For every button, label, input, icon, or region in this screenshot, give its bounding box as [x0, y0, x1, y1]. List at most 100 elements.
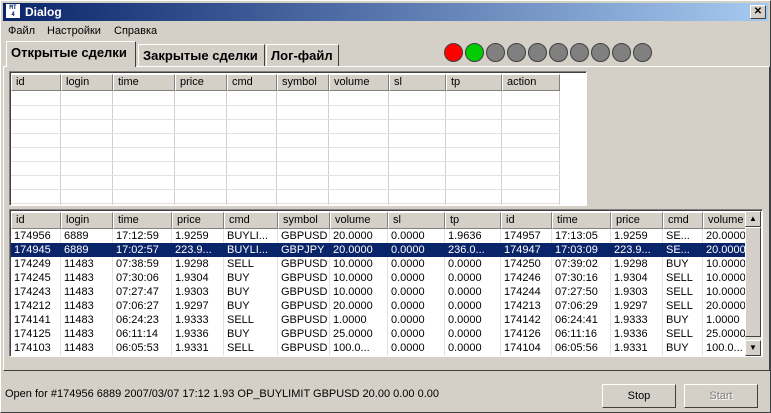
table-cell: 1.9303: [614, 286, 648, 298]
table-cell: GBPUSD: [281, 230, 328, 242]
menu-file[interactable]: Файл: [8, 25, 35, 37]
title-bar[interactable]: MT 4 Dialog ✕: [3, 3, 768, 21]
column-header[interactable]: action: [502, 74, 560, 91]
column-header[interactable]: symbol: [277, 74, 329, 91]
scroll-down-button[interactable]: ▼: [745, 340, 761, 356]
column-header[interactable]: sl: [389, 74, 446, 91]
column-header[interactable]: time: [113, 74, 175, 91]
table-cell: SELL: [666, 328, 693, 340]
table-cell: 06:24:41: [555, 314, 598, 326]
table-cell: 6889: [64, 230, 89, 242]
table-cell: 1.9304: [175, 272, 209, 284]
column-header[interactable]: symbol: [278, 212, 330, 229]
table-row[interactable]: 174103 11483 06:05:53 1.9331 SELL GBPUSD 100.0…: [11, 341, 751, 355]
table-cell: 06:05:56: [555, 342, 598, 354]
table-row[interactable]: 174245 11483 07:30:06 1.9304 BUY GBPUSD 10.000…: [11, 271, 751, 285]
table-cell: 07:39:02: [555, 258, 598, 270]
menu-settings[interactable]: Настройки: [47, 25, 101, 37]
table-cell: 0.0000: [391, 258, 425, 270]
table-cell: 174244: [504, 286, 541, 298]
table-cell: 0.0000: [448, 314, 482, 326]
table-cell: 06:11:16: [555, 328, 598, 340]
table-row[interactable]: 174249 11483 07:38:59 1.9298 SELL GBPUSD 10.00…: [11, 257, 751, 271]
table-cell: 0.0000: [448, 286, 482, 298]
column-header[interactable]: cmd: [224, 212, 278, 229]
column-header[interactable]: volume: [703, 212, 751, 229]
tab-closed-trades[interactable]: Закрытые сделки: [138, 44, 265, 66]
status-led: [549, 43, 568, 62]
table-cell: BUY: [666, 258, 689, 270]
table-row[interactable]: 174956 6889 17:12:59 1.9259 BUYLI... GBPUSD 20…: [11, 229, 751, 243]
stop-button[interactable]: Stop: [602, 384, 676, 408]
table-cell: SELL: [227, 314, 254, 326]
column-header[interactable]: price: [175, 74, 227, 91]
vertical-scrollbar[interactable]: ▲ ▼: [745, 211, 761, 356]
table-cell: GBPJPY: [281, 244, 325, 256]
tab-open-trades[interactable]: Открытые сделки: [6, 41, 136, 67]
table-cell: 174104: [504, 342, 541, 354]
column-header[interactable]: tp: [445, 212, 501, 229]
closed-trades-table[interactable]: id login time price cmd symbol volume sl tp id tim…: [9, 209, 763, 357]
table-cell: 0.0000: [391, 272, 425, 284]
open-trades-table[interactable]: id login time price cmd symbol volume sl tp actio…: [9, 71, 587, 206]
scroll-up-button[interactable]: ▲: [745, 211, 761, 227]
column-header[interactable]: id: [11, 74, 61, 91]
grid-line: [11, 105, 560, 106]
table-row[interactable]: 174125 11483 06:11:14 1.9336 BUY GBPUSD 25.000…: [11, 327, 751, 341]
start-button[interactable]: Start: [684, 384, 758, 408]
table-row[interactable]: 174212 11483 07:06:27 1.9297 BUY GBPUSD 20.000…: [11, 299, 751, 313]
table-cell: 10.0000: [333, 258, 373, 270]
table-cell: 20.0000: [333, 230, 373, 242]
column-header[interactable]: id: [11, 212, 61, 229]
table-cell: 1.9636: [448, 230, 482, 242]
table-cell: 0.0000: [391, 342, 425, 354]
tab-log-file[interactable]: Лог-файл: [266, 44, 339, 66]
table-row[interactable]: 174141 11483 06:24:23 1.9333 SELL GBPUSD 1.000…: [11, 313, 751, 327]
table-cell: GBPUSD: [281, 258, 328, 270]
table-cell: SE...: [666, 230, 690, 242]
table-cell: 20.0000: [706, 230, 746, 242]
grid-line: [11, 119, 560, 120]
column-header[interactable]: id: [501, 212, 552, 229]
table-cell: 17:02:57: [116, 244, 159, 256]
table-cell: BUYLI...: [227, 230, 268, 242]
column-header[interactable]: price: [172, 212, 224, 229]
column-header[interactable]: tp: [446, 74, 502, 91]
table-cell: 10.0000: [333, 286, 373, 298]
grid-line: [11, 189, 560, 190]
scroll-thumb[interactable]: [745, 227, 761, 337]
menu-help[interactable]: Справка: [114, 25, 157, 37]
column-header[interactable]: sl: [388, 212, 445, 229]
column-header[interactable]: volume: [329, 74, 389, 91]
column-header[interactable]: volume: [330, 212, 388, 229]
table-row[interactable]: 174945 6889 17:02:57 223.9... BUYLI... GBPJPY…: [11, 243, 751, 257]
close-button[interactable]: ✕: [750, 5, 766, 19]
table-cell: 11483: [64, 272, 94, 284]
table-cell: 1.9331: [614, 342, 648, 354]
table-cell: 17:12:59: [116, 230, 159, 242]
table-cell: 6889: [64, 244, 89, 256]
column-header[interactable]: login: [61, 74, 113, 91]
status-led: [528, 43, 547, 62]
table-cell: SELL: [666, 300, 693, 312]
table-cell: SELL: [227, 342, 254, 354]
table-cell: 0.0000: [391, 328, 425, 340]
table-cell: 1.9297: [175, 300, 209, 312]
column-header[interactable]: cmd: [227, 74, 277, 91]
table-cell: GBPUSD: [281, 328, 328, 340]
table-cell: 174142: [504, 314, 541, 326]
column-header[interactable]: cmd: [663, 212, 703, 229]
column-header[interactable]: time: [552, 212, 611, 229]
column-header[interactable]: time: [113, 212, 172, 229]
table-cell: 1.9298: [175, 258, 209, 270]
table-cell: 174125: [14, 328, 51, 340]
table-row[interactable]: 174243 11483 07:27:47 1.9303 BUY GBPUSD 10.000…: [11, 285, 751, 299]
table-cell: 1.9331: [175, 342, 209, 354]
column-header[interactable]: login: [61, 212, 113, 229]
table-cell: 236.0...: [448, 244, 485, 256]
status-led: [591, 43, 610, 62]
table-cell: 174126: [504, 328, 541, 340]
table-cell: 174245: [14, 272, 51, 284]
column-header[interactable]: price: [611, 212, 663, 229]
table-cell: 223.9...: [175, 244, 212, 256]
